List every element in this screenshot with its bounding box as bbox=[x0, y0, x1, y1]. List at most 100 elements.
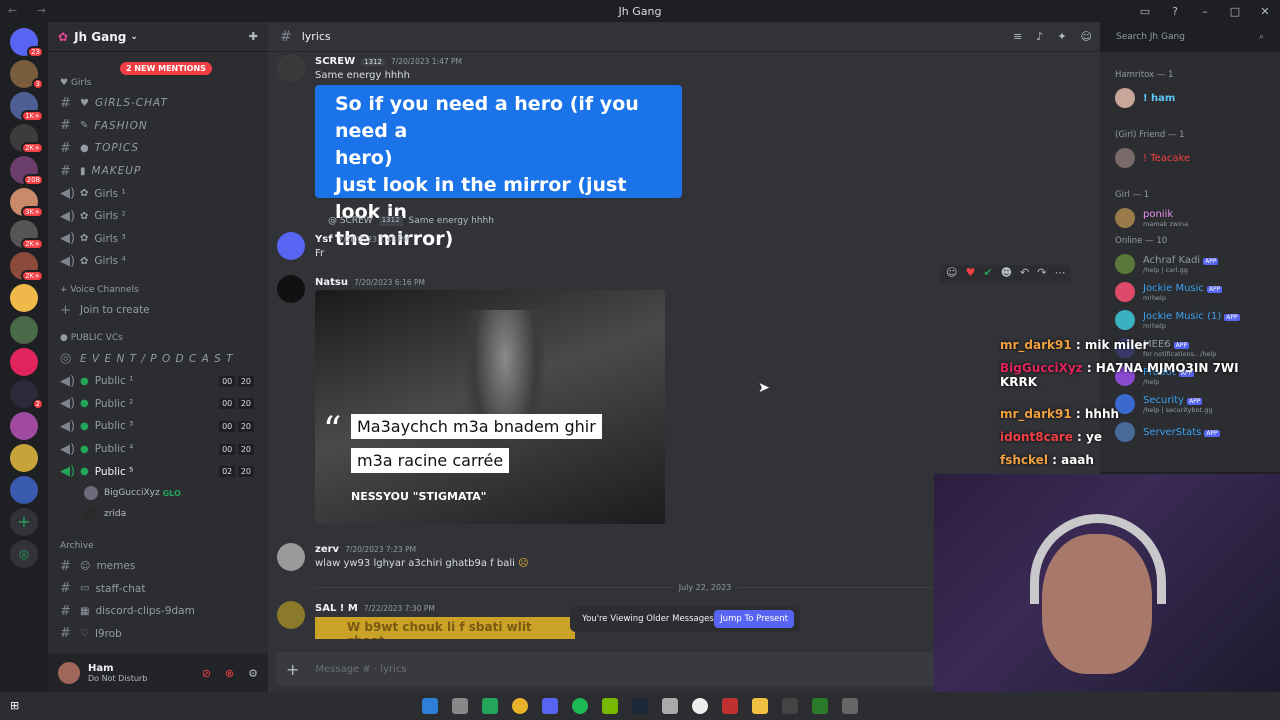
image-attachment[interactable]: “ Ma3aychch m3a bnadem ghir m3a racine c… bbox=[315, 290, 665, 524]
channel-makeup[interactable]: # ▮ MAKEUP bbox=[48, 160, 268, 183]
minimize-button[interactable]: – bbox=[1190, 5, 1220, 18]
invite-icon[interactable]: ✚ bbox=[249, 30, 258, 43]
attach-icon[interactable]: + bbox=[286, 660, 299, 679]
member-item[interactable]: ! ham bbox=[1100, 84, 1280, 112]
search-input[interactable]: Search Jh Gang ⌕ bbox=[1110, 28, 1270, 48]
member-item[interactable]: Jockie Music (1) APP m!help bbox=[1100, 306, 1280, 334]
server-icon[interactable]: 1K+ bbox=[10, 92, 44, 122]
threads-icon[interactable]: ≡ bbox=[1013, 30, 1022, 43]
server-icon[interactable]: 2K+ bbox=[10, 220, 44, 250]
server-icon[interactable] bbox=[10, 476, 38, 504]
check-icon[interactable]: ✔ bbox=[983, 266, 992, 282]
channel-girls-chat[interactable]: # ♥ GIRLS-CHAT bbox=[48, 92, 268, 115]
voice-channel-public-1[interactable]: ◀) ● Public ¹ 00 20 bbox=[48, 370, 268, 393]
spotify-icon[interactable] bbox=[572, 698, 588, 714]
server-icon[interactable]: 2 bbox=[10, 380, 44, 410]
join-to-create-channel[interactable]: + Join to create bbox=[48, 299, 268, 322]
nvidia-icon[interactable] bbox=[602, 698, 618, 714]
flower-icon: ✿ bbox=[80, 188, 89, 200]
more-icon[interactable]: ⋯ bbox=[1054, 266, 1065, 282]
voice-channel[interactable]: ◀) ✿ Girls ³ bbox=[48, 228, 268, 251]
folder-icon[interactable] bbox=[752, 698, 768, 714]
reply-preview[interactable]: @ SCREW 1312 Same energy hhhh bbox=[328, 216, 494, 226]
server-icon[interactable]: 2K+ bbox=[10, 124, 44, 154]
deafen-icon[interactable]: ⊗ bbox=[225, 667, 234, 680]
pin-icon[interactable]: ✦ bbox=[1057, 30, 1066, 43]
member-item[interactable]: poniik mamak zwina bbox=[1100, 204, 1280, 232]
member-item[interactable]: Jockie Music APP m!help bbox=[1100, 278, 1280, 306]
forward-icon[interactable]: ↷ bbox=[1037, 266, 1046, 282]
channel-topics[interactable]: # ● TOPICS bbox=[48, 137, 268, 160]
windows-start-icon[interactable]: ⊞ bbox=[10, 699, 24, 713]
obs-icon[interactable] bbox=[692, 698, 708, 714]
server-icon[interactable] bbox=[10, 348, 38, 376]
channel-l9rob[interactable]: # ♡ l9rob bbox=[48, 623, 268, 646]
nav-arrows[interactable]: ← → bbox=[8, 4, 54, 17]
username[interactable]: Natsu bbox=[315, 277, 348, 288]
add-reaction-icon[interactable]: ☻ bbox=[1001, 266, 1012, 282]
category-public[interactable]: ● PUBLIC VCs bbox=[48, 329, 268, 347]
category-voice[interactable]: + Voice Channels bbox=[48, 281, 268, 299]
server-icon[interactable]: 2K+ bbox=[10, 252, 44, 282]
voice-channel-public-5[interactable]: ◀) ● Public ⁵ 02 20 bbox=[48, 460, 268, 483]
jump-to-present-button[interactable]: Jump To Present bbox=[714, 610, 794, 628]
voice-user[interactable]: zrida bbox=[48, 504, 268, 525]
heart-icon[interactable]: ♥ bbox=[965, 266, 975, 282]
app-icon[interactable] bbox=[812, 698, 828, 714]
username[interactable]: SCREW bbox=[315, 56, 355, 67]
gear-icon[interactable]: ⚙ bbox=[248, 667, 258, 680]
new-mentions-badge[interactable]: 2 NEW MENTIONS bbox=[120, 62, 212, 75]
channel-discord-clips[interactable]: # ▦ discord-clips-9dam bbox=[48, 600, 268, 623]
server-icon[interactable] bbox=[10, 284, 38, 312]
channel-staff-chat[interactable]: # ▭ staff-chat bbox=[48, 578, 268, 601]
server-icon[interactable] bbox=[10, 412, 38, 440]
username[interactable]: SAL ! M bbox=[315, 603, 358, 614]
server-header[interactable]: ✿ Jh Gang ⌄ ✚ bbox=[48, 22, 268, 52]
username[interactable]: zerv bbox=[315, 544, 339, 555]
edge-icon[interactable] bbox=[422, 698, 438, 714]
username[interactable]: Ysf bbox=[315, 234, 333, 245]
members-icon[interactable]: ☺ bbox=[1081, 30, 1092, 43]
voice-channel[interactable]: ◀) ✿ Girls ¹ bbox=[48, 182, 268, 205]
category-girls[interactable]: ♥ Girls bbox=[48, 74, 268, 92]
discord-icon[interactable] bbox=[542, 698, 558, 714]
maximize-button[interactable]: □ bbox=[1220, 5, 1250, 18]
laugh-icon[interactable]: ☺ bbox=[946, 266, 957, 282]
app-icon[interactable] bbox=[452, 698, 468, 714]
mute-icon[interactable]: ⊘ bbox=[202, 667, 211, 680]
server-icon[interactable]: 208 bbox=[10, 156, 44, 186]
server-icon[interactable]: 3K+ bbox=[10, 188, 44, 218]
inbox-icon[interactable]: ▭ bbox=[1130, 5, 1160, 18]
chrome-icon[interactable] bbox=[512, 698, 528, 714]
app-icon[interactable] bbox=[482, 698, 498, 714]
channel-memes[interactable]: # ☺ memes bbox=[48, 555, 268, 578]
calculator-icon[interactable] bbox=[842, 698, 858, 714]
home-icon[interactable]: 23 bbox=[10, 28, 44, 58]
help-icon[interactable]: ? bbox=[1160, 5, 1190, 18]
avatar[interactable] bbox=[58, 662, 80, 684]
member-item[interactable]: ! Teacake bbox=[1100, 144, 1280, 172]
hash-icon: # bbox=[60, 581, 71, 597]
voice-channel-public-2[interactable]: ◀) ● Public ² 00 20 bbox=[48, 393, 268, 416]
steam-icon[interactable] bbox=[632, 698, 648, 714]
app-icon[interactable] bbox=[662, 698, 678, 714]
add-server-icon[interactable]: + bbox=[10, 508, 38, 536]
server-icon[interactable] bbox=[10, 444, 38, 472]
server-icon[interactable]: 3 bbox=[10, 60, 44, 90]
voice-channel-public-4[interactable]: ◀) ● Public ⁴ 00 20 bbox=[48, 438, 268, 461]
reply-icon[interactable]: ↶ bbox=[1020, 266, 1029, 282]
explore-icon[interactable]: ◎ bbox=[10, 540, 38, 568]
voice-channel[interactable]: ◀) ✿ Girls ² bbox=[48, 205, 268, 228]
app-icon[interactable] bbox=[782, 698, 798, 714]
member-item[interactable]: Achraf Kadi APP/help | carl.gg bbox=[1100, 250, 1280, 278]
close-button[interactable]: ✕ bbox=[1250, 5, 1280, 18]
app-icon[interactable] bbox=[722, 698, 738, 714]
bell-icon[interactable]: ♪ bbox=[1036, 30, 1043, 43]
voice-channel[interactable]: ◀) ✿ Girls ⁴ bbox=[48, 250, 268, 273]
server-icon[interactable] bbox=[10, 316, 38, 344]
voice-channel-public-3[interactable]: ◀) ● Public ³ 00 20 bbox=[48, 415, 268, 438]
voice-user[interactable]: BigGucciXyz GLO bbox=[48, 483, 268, 504]
channel-event[interactable]: ◎ E V E N T / P O D C A S T bbox=[48, 347, 268, 370]
category-archive[interactable]: Archive bbox=[48, 537, 268, 555]
channel-fashion[interactable]: # ✎ FASHION bbox=[48, 115, 268, 138]
